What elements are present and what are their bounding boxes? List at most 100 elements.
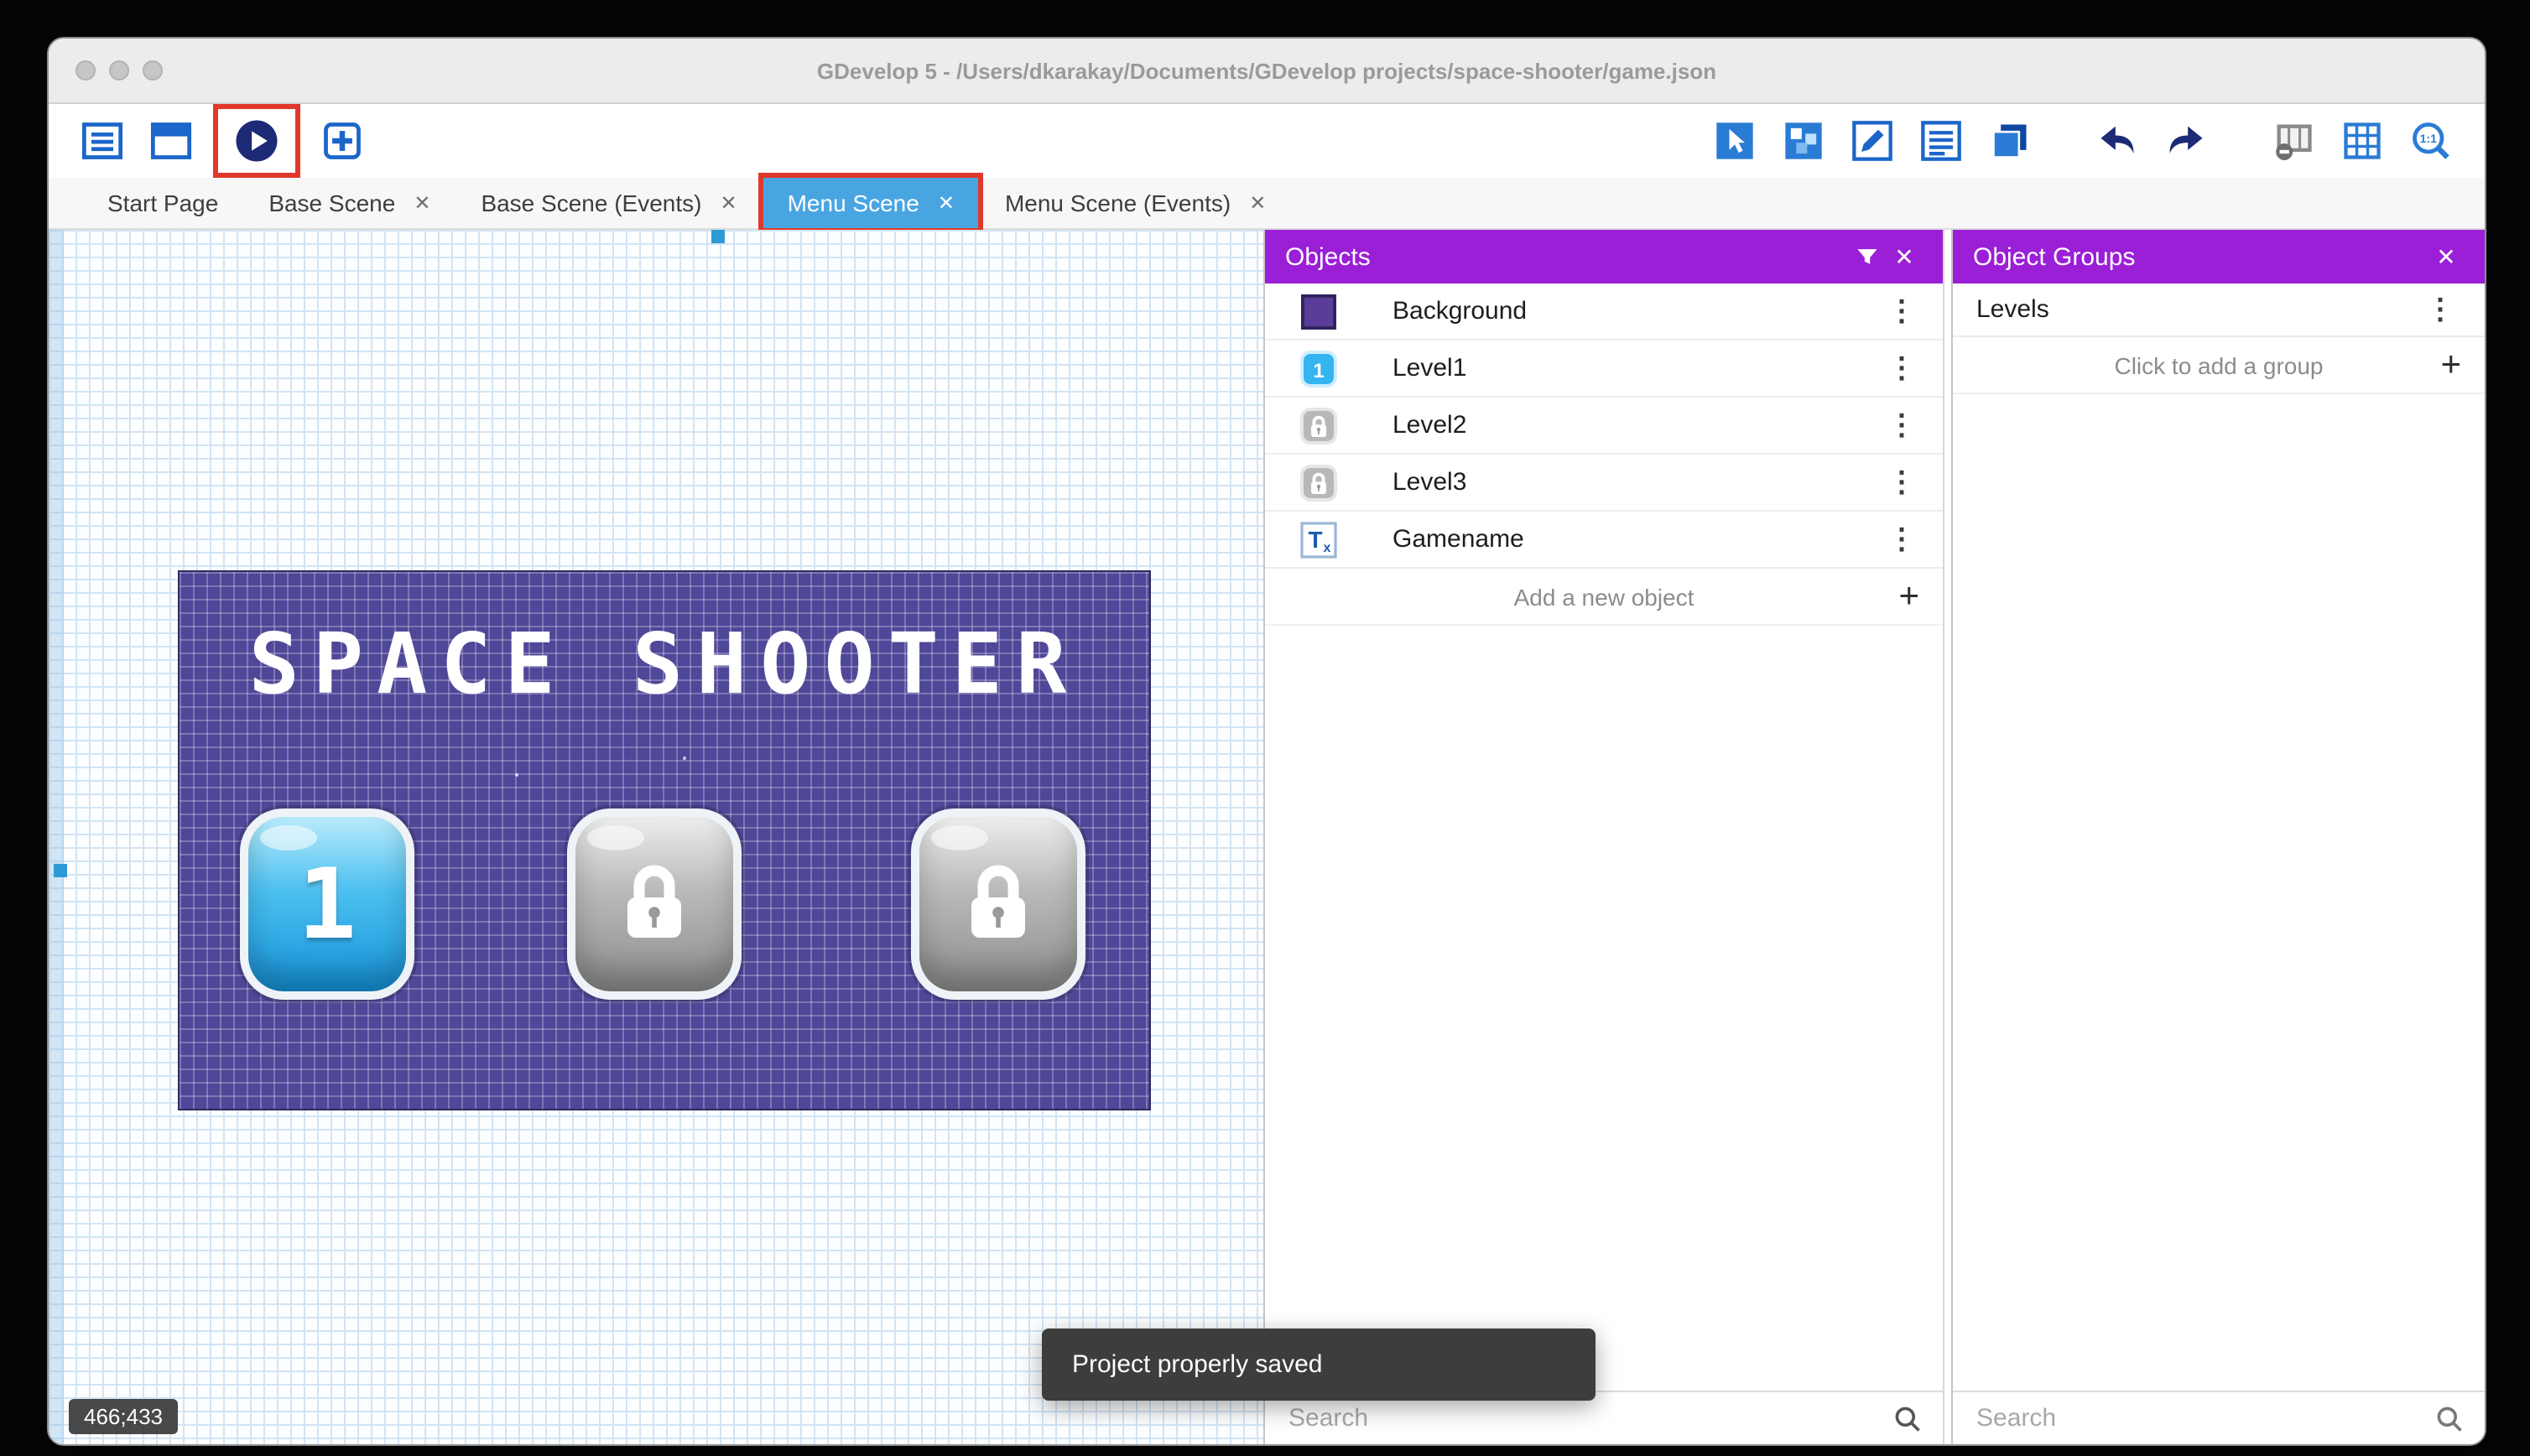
tab-label: Start Page: [107, 190, 219, 216]
scene-resize-handle-top[interactable]: [711, 230, 725, 243]
object-menu-icon[interactable]: ⋮: [1881, 351, 1923, 385]
tab-label: Menu Scene (Events): [1004, 190, 1231, 216]
object-row-gamename[interactable]: T x Gamename ⋮: [1265, 512, 1943, 569]
cursor-coordinates: 466;433: [69, 1399, 178, 1434]
screenshot-stage: GDevelop 5 - /Users/dkarakay/Documents/G…: [0, 0, 2530, 1456]
level2-object-icon: [1299, 405, 1339, 445]
tab-close-icon[interactable]: ✕: [414, 191, 430, 215]
object-label: Level2: [1393, 411, 1467, 439]
layers-icon[interactable]: [1986, 117, 2033, 164]
search-icon[interactable]: [1892, 1403, 1923, 1433]
zoom-window-button[interactable]: [143, 60, 163, 81]
tab-menu-scene[interactable]: Menu Scene ✕: [758, 173, 983, 233]
tab-menu-scene-events[interactable]: Menu Scene (Events) ✕: [980, 178, 1291, 228]
object-label: Level3: [1393, 468, 1467, 497]
instances-list-icon[interactable]: [1918, 117, 1965, 164]
redo-icon[interactable]: [2163, 117, 2210, 164]
objects-panel-title: Objects: [1285, 242, 1371, 271]
svg-text:T: T: [1308, 526, 1322, 552]
traffic-lights: [75, 39, 163, 102]
tab-base-scene[interactable]: Base Scene ✕: [243, 178, 456, 228]
scene-window-icon[interactable]: [148, 117, 195, 164]
object-label: Level1: [1393, 354, 1467, 382]
object-groups-panel-title: Object Groups: [1973, 242, 2136, 271]
scene-canvas[interactable]: SPACE SHOOTER 1 466;433: [49, 230, 1263, 1444]
object-groups-panel: Object Groups ✕ Levels ⋮ Click to add a …: [1951, 230, 2485, 1444]
objects-panel: Objects ✕ Background ⋮ 1 Level1 ⋮ Level2…: [1263, 230, 1944, 1444]
objects-panel-header: Objects ✕: [1265, 230, 1943, 283]
scene-preview[interactable]: SPACE SHOOTER 1: [178, 570, 1151, 1110]
object-row-level3[interactable]: Level3 ⋮: [1265, 455, 1943, 512]
toast-message: Project properly saved: [1072, 1350, 1323, 1379]
tab-label: Menu Scene: [787, 190, 919, 216]
filter-icon[interactable]: [1849, 238, 1886, 275]
object-row-background[interactable]: Background ⋮: [1265, 283, 1943, 341]
level1-button-label: 1: [298, 847, 357, 961]
undo-icon[interactable]: [2094, 117, 2141, 164]
add-group-label: Click to add a group: [2114, 351, 2324, 378]
object-label: Background: [1393, 297, 1528, 325]
tab-close-icon[interactable]: ✕: [938, 191, 955, 215]
object-menu-icon[interactable]: ⋮: [1881, 408, 1923, 442]
level3-object-icon: [1299, 462, 1339, 502]
plus-icon: +: [1898, 577, 1919, 616]
tab-start-page[interactable]: Start Page: [82, 178, 243, 228]
object-menu-icon[interactable]: ⋮: [1881, 294, 1923, 328]
grid-icon[interactable]: [2339, 117, 2386, 164]
zoom-1-1-icon[interactable]: 1:1: [2408, 117, 2455, 164]
render-options-icon[interactable]: [2270, 117, 2317, 164]
properties-pencil-icon[interactable]: [1849, 117, 1896, 164]
object-menu-icon[interactable]: ⋮: [1881, 523, 1923, 556]
tab-label: Base Scene (Events): [481, 190, 702, 216]
group-row-levels[interactable]: Levels ⋮: [1953, 283, 2485, 337]
group-label: Levels: [1976, 295, 2049, 324]
tab-close-icon[interactable]: ✕: [1249, 191, 1266, 215]
gdevelop-window: GDevelop 5 - /Users/dkarakay/Documents/G…: [47, 37, 2486, 1446]
minimize-window-button[interactable]: [109, 60, 129, 81]
svg-text:x: x: [1324, 540, 1331, 554]
level1-object-icon: 1: [1299, 348, 1339, 388]
objects-search-input[interactable]: [1285, 1402, 1879, 1434]
scene-resize-handle-left[interactable]: [54, 864, 67, 877]
level1-button-instance[interactable]: 1: [240, 809, 414, 1000]
tab-base-scene-events[interactable]: Base Scene (Events) ✕: [456, 178, 762, 228]
object-groups-editor-icon[interactable]: [1780, 117, 1827, 164]
objects-editor-icon[interactable]: [1711, 117, 1758, 164]
zoom-label: 1:1: [2420, 132, 2438, 145]
object-row-level1[interactable]: 1 Level1 ⋮: [1265, 341, 1943, 398]
close-window-button[interactable]: [75, 60, 96, 81]
editor-content: SPACE SHOOTER 1 466;433 Objects ✕ Backgr…: [49, 230, 2485, 1444]
text-object-icon: T x: [1299, 519, 1339, 559]
lock-icon: [627, 865, 681, 938]
scene-title-instance[interactable]: SPACE SHOOTER: [180, 616, 1149, 713]
object-menu-icon[interactable]: ⋮: [1881, 465, 1923, 499]
save-toast: Project properly saved: [1042, 1329, 1596, 1401]
level3-button-instance[interactable]: [911, 809, 1085, 1000]
object-groups-panel-header: Object Groups ✕: [1953, 230, 2485, 283]
lock-icon: [971, 865, 1025, 938]
tab-close-icon[interactable]: ✕: [720, 191, 737, 215]
background-object-icon: [1299, 291, 1339, 331]
preview-play-button[interactable]: [213, 104, 300, 178]
groups-search-input[interactable]: [1973, 1402, 2421, 1434]
svg-text:1: 1: [1313, 359, 1324, 382]
add-new-object-label: Add a new object: [1513, 583, 1694, 610]
groups-search-row: [1953, 1391, 2485, 1444]
search-icon[interactable]: [2434, 1403, 2465, 1433]
debug-icon[interactable]: [319, 117, 366, 164]
object-row-level2[interactable]: Level2 ⋮: [1265, 398, 1943, 455]
project-manager-icon[interactable]: [79, 117, 126, 164]
window-title: GDevelop 5 - /Users/dkarakay/Documents/G…: [816, 58, 1717, 83]
group-menu-icon[interactable]: ⋮: [2419, 293, 2461, 326]
objects-panel-close-icon[interactable]: ✕: [1886, 242, 1923, 271]
tab-label: Base Scene: [268, 190, 396, 216]
tabbar: Start Page Base Scene ✕ Base Scene (Even…: [49, 173, 2485, 233]
object-label: Gamename: [1393, 525, 1524, 554]
level2-button-instance[interactable]: [567, 809, 742, 1000]
add-group-button[interactable]: Click to add a group +: [1953, 337, 2485, 394]
object-groups-panel-close-icon[interactable]: ✕: [2428, 242, 2465, 271]
add-new-object-button[interactable]: Add a new object +: [1265, 569, 1943, 626]
toolbar: 1:1: [49, 104, 2485, 178]
toolbar-right: 1:1: [1711, 117, 2455, 164]
toolbar-left: [79, 104, 366, 178]
